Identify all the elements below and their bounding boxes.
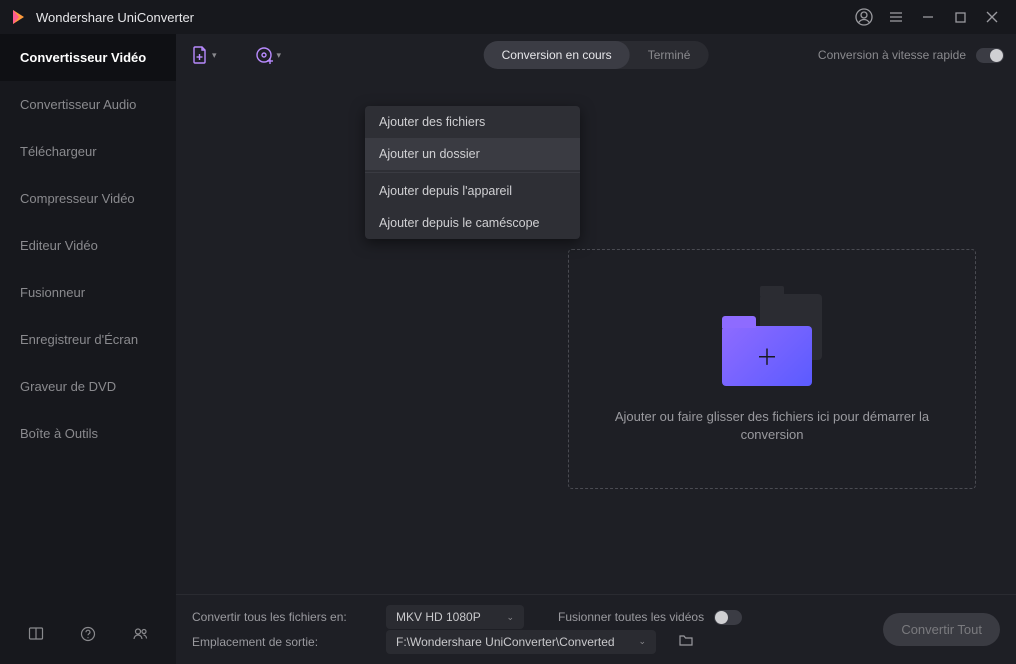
tab-done[interactable]: Terminé [630,41,709,69]
output-format-select[interactable]: MKV HD 1080P ⌄ [386,605,524,629]
chevron-down-icon: ⌄ [638,636,646,647]
add-folder-icon: ＋ [722,294,822,386]
conversion-tabs: Conversion en cours Terminé [484,41,709,69]
sidebar-item-screen-recorder[interactable]: Enregistreur d'Écran [0,316,176,363]
maximize-icon[interactable] [944,0,976,34]
high-speed-label: Conversion à vitesse rapide [818,48,966,62]
chevron-down-icon: ▾ [277,50,282,61]
sidebar-item-downloader[interactable]: Téléchargeur [0,128,176,175]
main-panel: ▾ ▾ Conversion en cours Terminé Conversi… [176,34,1016,664]
feedback-icon[interactable] [128,622,152,646]
app-logo-icon [8,7,28,27]
output-path-value: F:\Wondershare UniConverter\Converted [396,635,615,649]
output-format-value: MKV HD 1080P [396,610,481,624]
sidebar-item-video-converter[interactable]: Convertisseur Vidéo [0,34,176,81]
dropzone-text: Ajouter ou faire glisser des fichiers ic… [597,408,947,444]
sidebar-item-toolbox[interactable]: Boîte à Outils [0,410,176,457]
menu-separator [365,172,580,173]
convert-all-label: Convertir tous les fichiers en: [192,610,372,624]
menu-item-add-files[interactable]: Ajouter des fichiers [365,106,580,138]
toolbar: ▾ ▾ Conversion en cours Terminé Conversi… [176,34,1016,76]
titlebar: Wondershare UniConverter [0,0,1016,34]
output-location-label: Emplacement de sortie: [192,635,372,649]
menu-item-add-folder[interactable]: Ajouter un dossier [365,138,580,170]
tab-in-progress[interactable]: Conversion en cours [484,41,630,69]
merge-toggle[interactable] [714,610,742,625]
add-file-button[interactable]: ▾ [188,43,219,67]
sidebar-item-dvd-burner[interactable]: Graveur de DVD [0,363,176,410]
close-icon[interactable] [976,0,1008,34]
sidebar-item-video-compressor[interactable]: Compresseur Vidéo [0,175,176,222]
high-speed-toggle[interactable] [976,48,1004,63]
app-title: Wondershare UniConverter [36,10,194,25]
add-disc-button[interactable]: ▾ [253,43,284,67]
minimize-icon[interactable] [912,0,944,34]
sidebar-item-merger[interactable]: Fusionneur [0,269,176,316]
sidebar: Convertisseur Vidéo Convertisseur Audio … [0,34,176,664]
sidebar-item-video-editor[interactable]: Editeur Vidéo [0,222,176,269]
open-folder-icon[interactable] [678,632,694,651]
account-icon[interactable] [848,0,880,34]
convert-all-button[interactable]: Convertir Tout [883,613,1000,646]
merge-label: Fusionner toutes les vidéos [558,610,704,624]
add-file-dropdown-menu: Ajouter des fichiers Ajouter un dossier … [365,106,580,239]
menu-item-add-from-device[interactable]: Ajouter depuis l'appareil [365,175,580,207]
menu-item-add-from-camcorder[interactable]: Ajouter depuis le caméscope [365,207,580,239]
menu-icon[interactable] [880,0,912,34]
help-icon[interactable] [76,622,100,646]
output-path-select[interactable]: F:\Wondershare UniConverter\Converted ⌄ [386,630,656,654]
guide-icon[interactable] [24,622,48,646]
bottom-bar: Convertir tous les fichiers en: MKV HD 1… [176,594,1016,664]
chevron-down-icon: ⌄ [506,612,514,623]
high-speed-toggle-row: Conversion à vitesse rapide [818,48,1004,63]
dropzone[interactable]: ＋ Ajouter ou faire glisser des fichiers … [568,249,976,489]
sidebar-item-audio-converter[interactable]: Convertisseur Audio [0,81,176,128]
sidebar-bottom-icons [0,608,176,664]
chevron-down-icon: ▾ [212,50,217,61]
content-area: ＋ Ajouter ou faire glisser des fichiers … [176,76,1016,594]
